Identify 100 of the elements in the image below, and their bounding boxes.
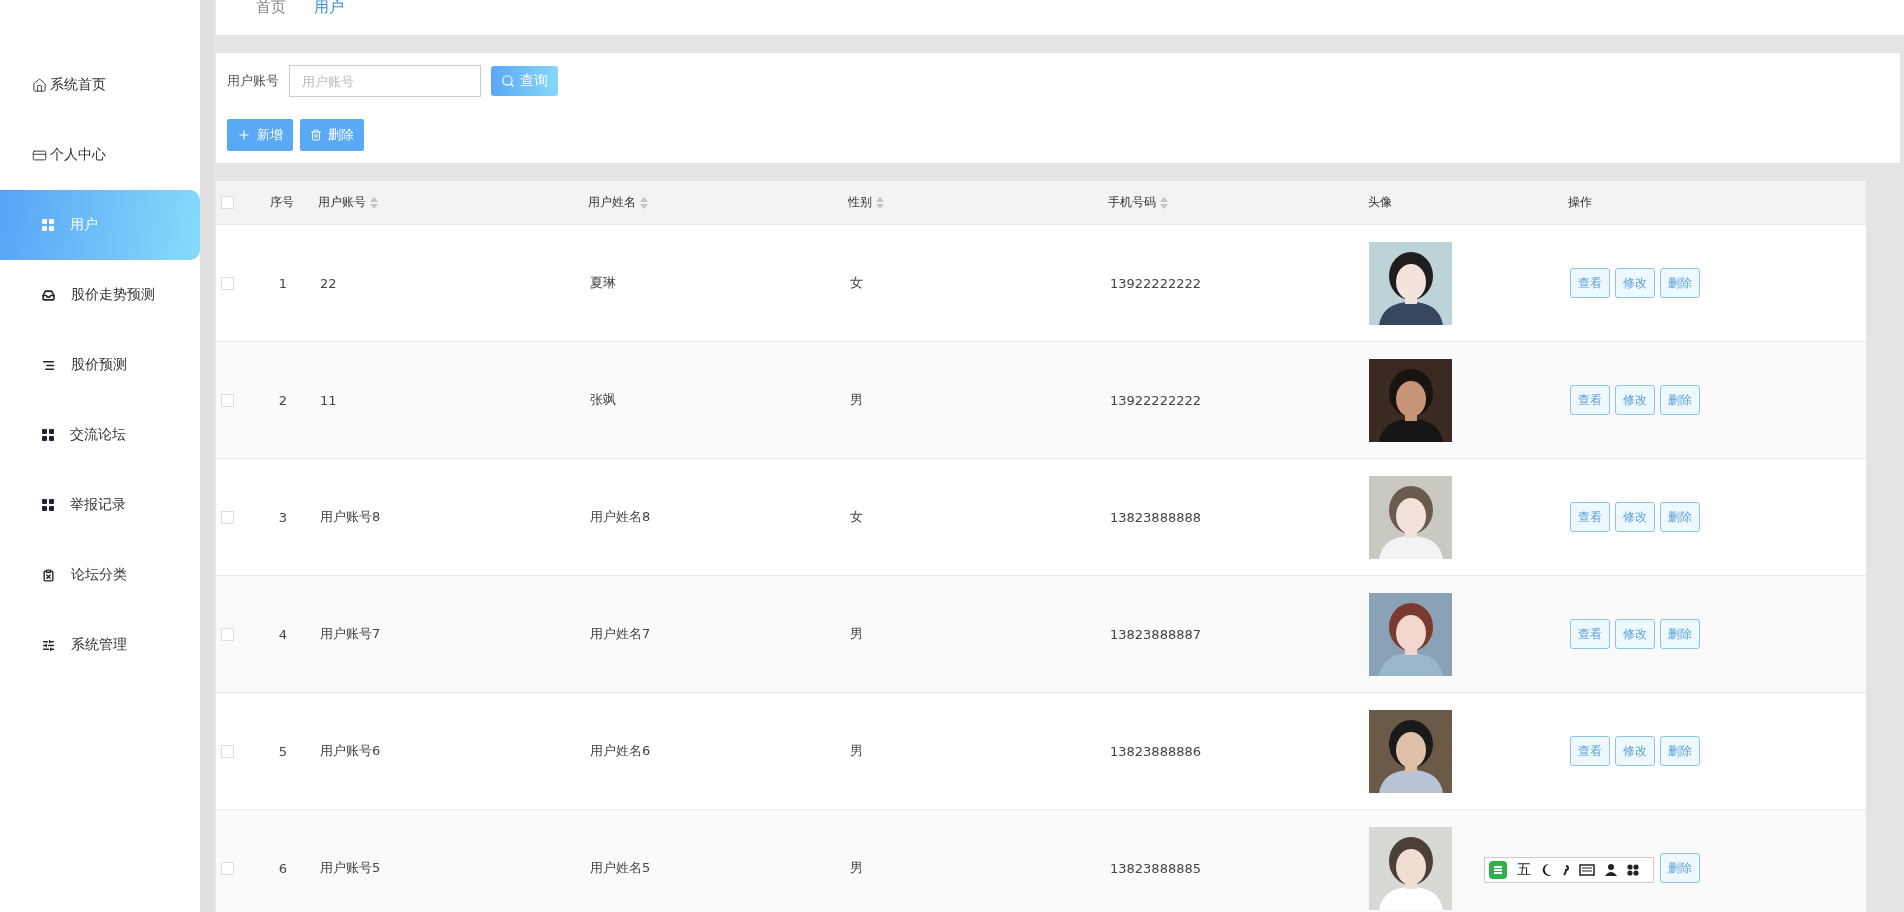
action-button[interactable]: 查看 [1570, 736, 1610, 766]
grid-icon [42, 499, 54, 511]
search-label: 用户账号 [227, 72, 279, 90]
table-cell-text: 张飒 [589, 391, 617, 409]
ime-mode-label[interactable]: 五 [1517, 861, 1531, 879]
add-button[interactable]: 新增 [227, 119, 293, 151]
table-cell-text: 用户账号6 [319, 742, 382, 760]
sidebar-item[interactable]: 系统首页 [0, 50, 200, 120]
grid-icon [42, 429, 54, 441]
breadcrumb-link[interactable]: 用户 [314, 0, 344, 14]
action-button[interactable]: 删除 [1660, 619, 1700, 649]
sort-icon[interactable] [876, 196, 884, 209]
action-button[interactable]: 修改 [1615, 268, 1655, 298]
action-button[interactable]: 查看 [1570, 502, 1610, 532]
action-button[interactable]: 查看 [1570, 619, 1610, 649]
sort-icon[interactable] [640, 196, 648, 209]
column-label: 序号 [270, 194, 294, 211]
person-icon[interactable] [1605, 864, 1617, 876]
action-button[interactable]: 删除 [1660, 736, 1700, 766]
tray-icon [42, 288, 55, 302]
column-label: 用户账号 [318, 194, 366, 211]
breadcrumb-link[interactable]: 首页 [256, 0, 286, 14]
action-button[interactable]: 查看 [1570, 268, 1610, 298]
table-cell-text: 用户账号8 [319, 508, 382, 526]
keyboard-icon[interactable] [1579, 864, 1595, 876]
search-button[interactable]: 查询 [491, 66, 558, 96]
table-cell-text: 男 [849, 859, 864, 877]
sidebar-label: 用户 [70, 216, 98, 234]
sidebar-label: 论坛分类 [71, 566, 127, 584]
row-checkbox[interactable] [221, 510, 234, 524]
sidebar-item[interactable]: 用户 [0, 190, 200, 260]
delete-button[interactable]: 删除 [300, 119, 364, 151]
sidebar-label: 系统管理 [71, 636, 127, 654]
action-button[interactable]: 删除 [1660, 268, 1700, 298]
table-cell-text: 22 [319, 275, 338, 291]
table-cell-text: 女 [849, 508, 864, 526]
action-button[interactable]: 删除 [1660, 385, 1700, 415]
table-cell-text: 13823888886 [1109, 743, 1202, 759]
sidebar-item[interactable]: 个人中心 [0, 120, 200, 190]
sidebar-label: 股价预测 [71, 356, 127, 374]
action-button[interactable]: 删除 [1660, 853, 1700, 883]
sort-icon[interactable] [370, 196, 378, 209]
sidebar-item[interactable]: 股价走势预测 [0, 260, 200, 330]
comma-icon[interactable] [1563, 864, 1569, 876]
sidebar-label: 个人中心 [50, 146, 106, 164]
column-label: 操作 [1568, 194, 1592, 211]
table-cell-text: 6 [277, 860, 289, 876]
sidebar-label: 股价走势预测 [71, 286, 155, 304]
table-cell-text: 夏琳 [589, 274, 617, 292]
table-cell-text: 用户姓名5 [589, 859, 652, 877]
table-cell-text: 13823888888 [1109, 509, 1202, 525]
table-cell-text: 11 [319, 392, 338, 408]
moon-icon[interactable] [1541, 863, 1553, 877]
action-button[interactable]: 修改 [1615, 736, 1655, 766]
apps-icon[interactable] [1627, 864, 1639, 876]
sort-icon[interactable] [1160, 196, 1168, 209]
clipboard-icon [42, 568, 55, 582]
sidebar-item[interactable]: 交流论坛 [0, 400, 200, 470]
row-checkbox[interactable] [221, 393, 234, 407]
column-label: 用户姓名 [588, 194, 636, 211]
row-checkbox[interactable] [221, 744, 234, 758]
grid-icon [42, 219, 54, 231]
table-cell-text: 2 [277, 392, 289, 408]
action-button[interactable]: 修改 [1615, 619, 1655, 649]
action-button[interactable]: 修改 [1615, 502, 1655, 532]
table-cell-text: 3 [277, 509, 289, 525]
column-label: 性别 [848, 194, 872, 211]
table-cell-text: 女 [849, 274, 864, 292]
table-cell-text: 13823888887 [1109, 626, 1202, 642]
column-label: 头像 [1368, 194, 1392, 211]
row-checkbox[interactable] [221, 861, 234, 875]
table-cell-text: 用户姓名7 [589, 625, 652, 643]
row-checkbox[interactable] [221, 276, 234, 290]
sidebar-item[interactable]: 举报记录 [0, 470, 200, 540]
sidebar-label: 举报记录 [70, 496, 126, 514]
lines-icon [42, 358, 55, 372]
action-button[interactable]: 删除 [1660, 502, 1700, 532]
plus-icon [237, 128, 251, 142]
table-cell-text: 13823888885 [1109, 860, 1202, 876]
table-cell-text: 男 [849, 391, 864, 409]
table-cell-text: 4 [277, 626, 289, 642]
action-button[interactable]: 查看 [1570, 385, 1610, 415]
sliders-icon [42, 638, 55, 652]
table-cell-text: 男 [849, 742, 864, 760]
table-cell-text: 用户账号7 [319, 625, 382, 643]
table-cell-text: 5 [277, 743, 289, 759]
action-button[interactable]: 修改 [1615, 385, 1655, 415]
sidebar-item[interactable]: 系统管理 [0, 610, 200, 680]
card-icon [32, 147, 47, 163]
trash-icon [310, 129, 322, 141]
sidebar-label: 系统首页 [50, 76, 106, 94]
select-all-checkbox[interactable] [221, 196, 234, 209]
table-cell-text: 用户账号5 [319, 859, 382, 877]
sidebar-item[interactable]: 论坛分类 [0, 540, 200, 610]
search-field[interactable]: 用户账号 [289, 65, 481, 97]
column-label: 手机号码 [1108, 194, 1156, 211]
table-cell-text: 13922222222 [1109, 392, 1202, 408]
logo-icon [1489, 861, 1507, 879]
sidebar-item[interactable]: 股价预测 [0, 330, 200, 400]
row-checkbox[interactable] [221, 627, 234, 641]
